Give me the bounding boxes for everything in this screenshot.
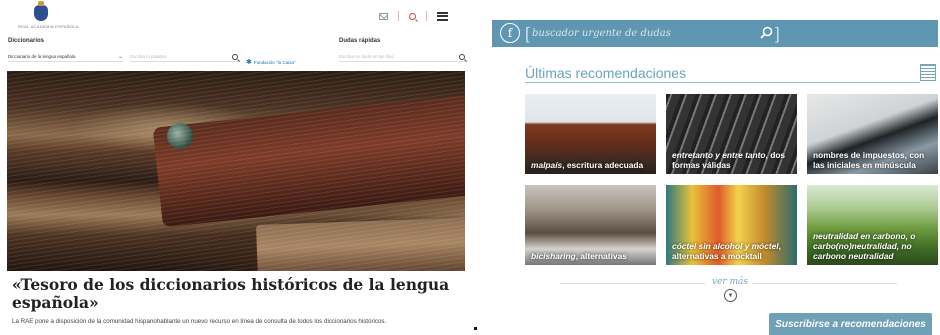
- crest-icon: [34, 1, 48, 21]
- chevron-down-circle-icon[interactable]: ▼: [724, 289, 737, 302]
- search-icon[interactable]: [459, 53, 465, 60]
- divider-dot: [474, 327, 477, 330]
- search-icon[interactable]: [409, 12, 416, 20]
- dictionary-select-value: Diccionario de la lengua española: [8, 54, 76, 59]
- recommendation-card[interactable]: nombres de impuestos, con las iniciales …: [807, 94, 938, 174]
- header-tools: [379, 10, 448, 22]
- recommendation-card[interactable]: bicisharing, alternativas: [525, 185, 656, 265]
- fundeu-panel: f [ buscador urgente de dudas ] Últimas …: [492, 0, 940, 335]
- dictionaries-label: Diccionarios: [8, 38, 45, 44]
- chevron-down-icon: ⌄: [117, 54, 123, 60]
- divider: [560, 283, 705, 284]
- subscribe-button[interactable]: Suscribirse a recomendaciones: [769, 313, 932, 335]
- recommendation-card[interactable]: cóctel sin alcohol y móctel, alternativa…: [666, 185, 797, 265]
- newspaper-icon[interactable]: [920, 64, 936, 81]
- quick-doubts-label: Dudas rápidas: [339, 38, 381, 44]
- rae-header: REAL ACADEMIA ESPAÑOLA: [0, 0, 472, 34]
- dictionary-search-placeholder: Escriba la palabra: [130, 54, 167, 59]
- card-caption: bicisharing, alternativas: [531, 251, 627, 261]
- bracket-left: [: [525, 24, 530, 43]
- news-summary: La RAE pone a disposición de la comunida…: [12, 318, 387, 325]
- star-icon: ✱: [246, 59, 252, 66]
- fundeu-logo-icon[interactable]: f: [500, 23, 520, 43]
- doubts-search-placeholder: Escriba su duda en las filas: [339, 54, 394, 59]
- search-input[interactable]: buscador urgente de dudas: [532, 28, 671, 39]
- search-icon[interactable]: [232, 53, 238, 60]
- rae-logo[interactable]: REAL ACADEMIA ESPAÑOLA: [18, 1, 79, 31]
- divider: [525, 82, 920, 83]
- logo-text: REAL ACADEMIA ESPAÑOLA: [18, 24, 79, 29]
- rae-panel: REAL ACADEMIA ESPAÑOLA Diccionarios Duda…: [0, 0, 472, 333]
- recommendation-card[interactable]: malpaís, escritura adecuada: [525, 94, 656, 174]
- hero-image[interactable]: [7, 71, 465, 271]
- dictionary-search-input[interactable]: Escriba la palabra: [130, 52, 238, 62]
- bracket-right: ]: [775, 24, 780, 43]
- recommendation-card[interactable]: neutralidad en carbono, o carbo(no)neutr…: [807, 185, 938, 265]
- dictionary-select[interactable]: Diccionario de la lengua española ⌄: [8, 52, 123, 62]
- divider: [426, 11, 427, 21]
- card-caption: cóctel sin alcohol y móctel, alternativa…: [672, 241, 781, 261]
- card-caption: entretanto y entre tanto, dos formas vál…: [672, 150, 786, 170]
- recommendation-card[interactable]: entretanto y entre tanto, dos formas vál…: [666, 94, 797, 174]
- news-title[interactable]: «Tesoro de los diccionarios históricos d…: [12, 276, 467, 312]
- recommendations-title: Últimas recomendaciones: [525, 65, 687, 81]
- search-icon[interactable]: [760, 26, 773, 39]
- card-caption: malpaís, escritura adecuada: [531, 160, 644, 170]
- divider: [752, 283, 897, 284]
- menu-icon[interactable]: [437, 11, 448, 21]
- sponsor-text: Fundación “la Caixa”: [253, 59, 296, 65]
- card-caption: neutralidad en carbono, o carbo(no)neutr…: [813, 231, 916, 261]
- doubts-search-input[interactable]: Escriba su duda en las filas: [339, 52, 465, 62]
- search-bar: f [ buscador urgente de dudas ]: [492, 20, 938, 47]
- mail-icon[interactable]: [379, 12, 388, 20]
- divider: [398, 11, 399, 21]
- page-texture: [7, 71, 465, 271]
- see-more-link[interactable]: ver más: [708, 277, 752, 287]
- sponsor-logo[interactable]: ✱ Fundación “la Caixa”: [246, 58, 295, 66]
- card-caption: nombres de impuestos, con las iniciales …: [813, 150, 925, 170]
